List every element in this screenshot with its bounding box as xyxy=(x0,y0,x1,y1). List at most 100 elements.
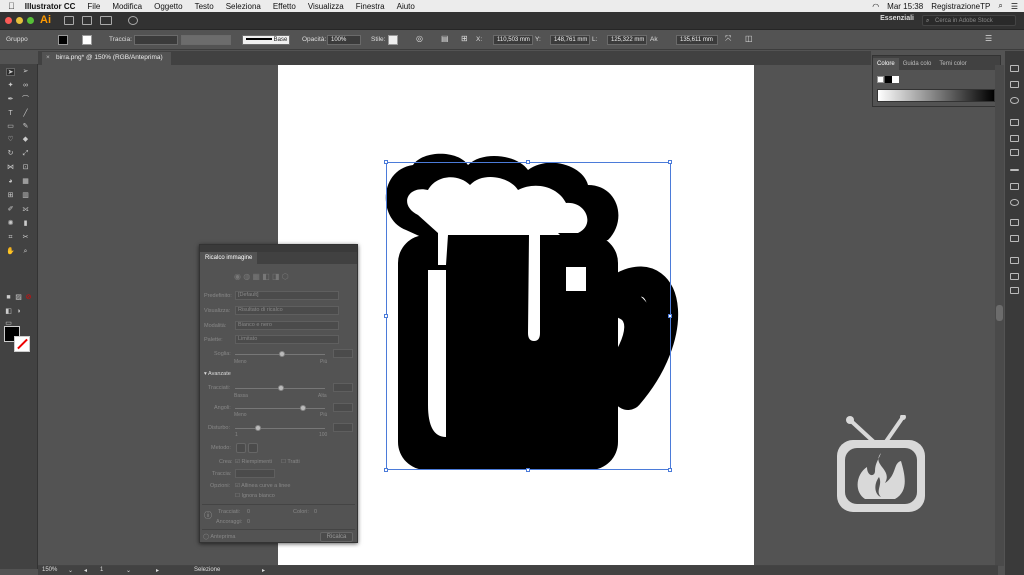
layers-icon[interactable] xyxy=(1010,81,1019,88)
mesh-tool-icon[interactable]: ⊞ xyxy=(6,192,15,200)
symbol-sprayer-tool-icon[interactable]: ✺ xyxy=(6,220,15,228)
hand-tool-icon[interactable]: ✋ xyxy=(6,248,15,256)
bridge-icon[interactable] xyxy=(64,16,74,25)
reference-point-icon[interactable]: ⊞ xyxy=(461,34,468,43)
stroke-profile-select[interactable]: Base xyxy=(242,35,290,45)
draw-behind-icon[interactable]: ◑ xyxy=(14,308,23,316)
wifi-icon[interactable]: ◠ xyxy=(872,2,879,11)
curvature-tool-icon[interactable]: ⌒ xyxy=(21,96,30,104)
riempimenti-checkbox[interactable]: ☑ Riempimenti xyxy=(235,459,272,465)
graphic-styles-icon[interactable] xyxy=(1010,235,1019,242)
stroke-swatch[interactable] xyxy=(82,35,92,45)
eraser-tool-icon[interactable]: ◆ xyxy=(21,136,30,144)
swatches-icon[interactable] xyxy=(1010,119,1019,126)
width-tool-icon[interactable]: ⋈ xyxy=(6,164,15,172)
menu-file[interactable]: File xyxy=(87,2,100,11)
appearance-icon[interactable] xyxy=(1010,219,1019,226)
stroke-weight-field[interactable] xyxy=(134,35,178,45)
color-mode-icon[interactable]: ■ xyxy=(4,294,13,302)
tab-temi-colore[interactable]: Temi color xyxy=(935,61,970,70)
menu-modifica[interactable]: Modifica xyxy=(112,2,142,11)
angoli-field[interactable] xyxy=(333,403,353,412)
zoom-dropdown-icon[interactable]: ⌄ xyxy=(68,567,73,574)
paintbrush-tool-icon[interactable]: ✎ xyxy=(21,123,30,131)
opacity-label[interactable]: Opacità: xyxy=(302,36,326,43)
selection-tool-icon[interactable]: ➤ xyxy=(6,68,15,76)
menu-aiuto[interactable]: Aiuto xyxy=(397,2,415,11)
tratti-checkbox[interactable]: ☐ Tratti xyxy=(281,459,300,465)
artboard-dropdown-icon[interactable]: ⌄ xyxy=(126,567,131,574)
artboard-number[interactable]: 1 xyxy=(100,567,103,573)
y-field[interactable]: 148,761 mm xyxy=(550,35,590,45)
panel-menu-icon[interactable]: ☰ xyxy=(985,34,992,43)
visualizza-select[interactable]: Risultato di ricalco xyxy=(235,306,339,315)
rectangle-tool-icon[interactable]: ▭ xyxy=(6,123,15,131)
gradient-tool-icon[interactable]: ▥ xyxy=(21,192,30,200)
modalita-select[interactable]: Bianco e nero xyxy=(235,321,339,330)
selection-handle-left[interactable] xyxy=(384,314,388,318)
slice-tool-icon[interactable]: ✂ xyxy=(21,234,30,242)
search-icon[interactable]: ⌕ xyxy=(998,1,1002,11)
width-field[interactable]: 125,322 mm xyxy=(607,35,647,45)
status-menu-icon[interactable]: ▸ xyxy=(262,567,265,574)
angoli-slider-knob[interactable] xyxy=(300,405,306,411)
selection-handle-right[interactable] xyxy=(668,314,672,318)
align-icon[interactable]: ▤ xyxy=(441,34,449,43)
trace-panel-header[interactable] xyxy=(200,245,357,252)
opacity-field[interactable]: 100% xyxy=(327,35,361,45)
angoli-slider[interactable] xyxy=(235,408,325,409)
vertical-scrollbar[interactable] xyxy=(995,65,1004,566)
isolate-icon[interactable]: ◫ xyxy=(745,34,753,43)
free-transform-tool-icon[interactable]: ⊡ xyxy=(21,164,30,172)
gradient-mode-icon[interactable]: ▨ xyxy=(14,294,23,302)
previous-artboard-icon[interactable]: ◂ xyxy=(84,567,87,574)
direct-selection-tool-icon[interactable]: ➢ xyxy=(21,68,30,76)
tab-guida-colore[interactable]: Guida colo xyxy=(899,61,936,70)
artboards-icon[interactable] xyxy=(1010,287,1019,294)
lasso-tool-icon[interactable]: ∞ xyxy=(21,82,30,90)
soglia-slider-knob[interactable] xyxy=(279,351,285,357)
metodo-overlapping-button[interactable] xyxy=(248,443,258,453)
none-mode-icon[interactable]: ⊘ xyxy=(24,294,33,302)
color-ramp[interactable] xyxy=(877,89,995,102)
menu-testo[interactable]: Testo xyxy=(195,2,214,11)
zoom-tool-icon[interactable]: ⌕ xyxy=(21,248,30,256)
zoom-level[interactable]: 150% xyxy=(42,567,57,573)
white-swatch[interactable] xyxy=(892,76,899,83)
selection-handle-bottom-left[interactable] xyxy=(384,468,388,472)
clock[interactable]: Mar 15:38 xyxy=(887,2,923,11)
selection-handle-top-right[interactable] xyxy=(668,160,672,164)
anteprima-checkbox[interactable]: ◯ Anteprima xyxy=(203,534,235,540)
avanzate-toggle[interactable]: ▾ Avanzate xyxy=(204,371,231,377)
user-name[interactable]: RegistrazioneTP xyxy=(931,2,990,11)
gpu-performance-icon[interactable] xyxy=(128,16,138,25)
trace-preset-icons[interactable]: ◉ ◍ ▦ ◧ ◨ ⬡ xyxy=(234,272,289,281)
vertical-scrollbar-thumb[interactable] xyxy=(996,305,1003,321)
workspace-switcher[interactable]: Essenziali xyxy=(880,15,914,22)
stroke-color-box[interactable] xyxy=(14,336,30,352)
stroke-panel-icon[interactable] xyxy=(1010,169,1019,171)
shaper-tool-icon[interactable]: ♡ xyxy=(6,136,15,144)
screen-mode-icon[interactable]: ▭ xyxy=(4,320,13,328)
menu-visualizza[interactable]: Visualizza xyxy=(308,2,344,11)
selection-handle-bottom-right[interactable] xyxy=(668,468,672,472)
disturbo-slider[interactable] xyxy=(235,428,325,429)
soglia-field[interactable] xyxy=(333,349,353,358)
rotate-tool-icon[interactable]: ↻ xyxy=(6,150,15,158)
draw-mode-icon[interactable]: ◧ xyxy=(4,308,13,316)
next-artboard-icon[interactable]: ▸ xyxy=(156,567,159,574)
predefinito-select[interactable]: [Default] xyxy=(235,291,339,300)
traccia-field[interactable] xyxy=(235,469,275,478)
magic-wand-tool-icon[interactable]: ✦ xyxy=(6,82,15,90)
stock-search-input[interactable]: ⌕ Cerca in Adobe Stock xyxy=(922,15,1016,26)
menu-seleziona[interactable]: Seleziona xyxy=(226,2,261,11)
disturbo-slider-knob[interactable] xyxy=(255,425,261,431)
graph-tool-icon[interactable]: ▮ xyxy=(21,220,30,228)
type-tool-icon[interactable]: T xyxy=(6,110,15,118)
blend-tool-icon[interactable]: ⟗ xyxy=(21,206,30,214)
zoom-window-icon[interactable] xyxy=(27,17,34,24)
apple-icon[interactable]:  xyxy=(8,1,15,11)
menu-app-name[interactable]: Illustrator CC xyxy=(25,2,76,11)
black-swatch[interactable] xyxy=(885,76,892,83)
brushes-icon[interactable] xyxy=(1010,135,1019,142)
